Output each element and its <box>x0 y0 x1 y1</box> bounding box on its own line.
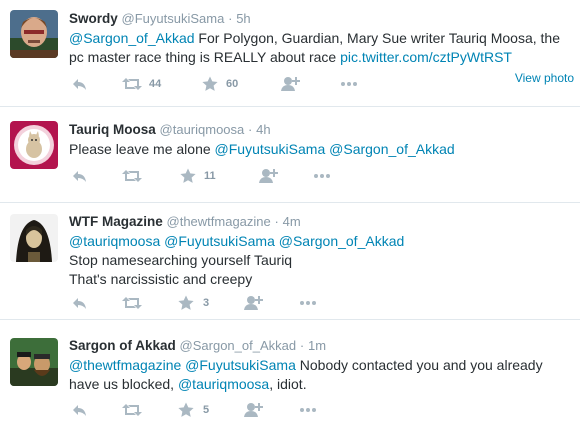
favorite-count: 3 <box>203 297 210 309</box>
tweet-swordy[interactable]: Swordy @FuyutsukiSama · 5h @Sargon_of_Ak… <box>0 0 580 107</box>
tweet-actions: 44 60 <box>69 75 569 95</box>
tweet-line: @tauriqmoosa @FuyutsukiSama @Sargon_of_A… <box>69 232 574 251</box>
timestamp[interactable]: 5h <box>236 11 250 26</box>
tweet-text-segment: Please leave me alone <box>69 141 215 157</box>
more-icon[interactable] <box>298 401 318 421</box>
tweet-header: Sargon of Akkad @Sargon_of_Akkad · 1m <box>69 338 326 354</box>
more-icon[interactable] <box>339 75 359 95</box>
tweet-line: That's narcissistic and creepy <box>69 271 253 287</box>
retweet-icon[interactable] <box>121 75 143 95</box>
username[interactable]: @Sargon_of_Akkad <box>180 338 297 353</box>
separator-dot: · <box>299 338 305 353</box>
tweet-text: Please leave me alone @FuyutsukiSama @Sa… <box>69 140 574 159</box>
avatar[interactable] <box>10 121 58 169</box>
more-icon[interactable] <box>298 294 318 314</box>
favorite-star-icon[interactable] <box>201 75 219 95</box>
tweet-text: @Sargon_of_Akkad For Polygon, Guardian, … <box>69 29 574 67</box>
tweet-tauriq-moosa[interactable]: Tauriq Moosa @tauriqmoosa · 4h Please le… <box>0 107 580 203</box>
favorite-count: 5 <box>203 404 210 416</box>
mention-link[interactable]: @FuyutsukiSama <box>164 233 275 249</box>
tweet-header: Swordy @FuyutsukiSama · 5h <box>69 11 251 27</box>
tweet-actions: 11 <box>69 167 569 187</box>
display-name[interactable]: WTF Magazine <box>69 214 163 229</box>
mention-link[interactable]: @thewtfmagazine <box>69 357 181 373</box>
tweet-header: WTF Magazine @thewtfmagazine · 4m <box>69 214 301 230</box>
separator-dot: · <box>248 122 253 137</box>
retweet-icon[interactable] <box>121 167 143 187</box>
display-name[interactable]: Swordy <box>69 11 118 26</box>
follow-icon[interactable] <box>242 401 264 421</box>
username[interactable]: @FuyutsukiSama <box>122 11 225 26</box>
mention-link[interactable]: @FuyutsukiSama <box>185 357 296 373</box>
tweet-text: @thewtfmagazine @FuyutsukiSama Nobody co… <box>69 356 574 394</box>
favorite-count: 11 <box>204 170 216 182</box>
username[interactable]: @tauriqmoosa <box>160 122 245 137</box>
tweet-sargon-of-akkad[interactable]: Sargon of Akkad @Sargon_of_Akkad · 1m @t… <box>0 320 580 425</box>
timestamp[interactable]: 1m <box>308 338 326 353</box>
avatar[interactable] <box>10 214 58 262</box>
mention-link[interactable]: @Sargon_of_Akkad <box>69 30 195 46</box>
username[interactable]: @thewtfmagazine <box>167 214 271 229</box>
favorite-count: 60 <box>226 78 239 90</box>
favorite-star-icon[interactable] <box>177 401 195 421</box>
favorite-star-icon[interactable] <box>177 294 195 314</box>
retweet-count: 44 <box>149 78 162 90</box>
tweet-line: Stop namesearching yourself Tauriq <box>69 252 293 268</box>
mention-link[interactable]: @FuyutsukiSama <box>215 141 326 157</box>
favorite-star-icon[interactable] <box>179 167 197 187</box>
reply-icon[interactable] <box>71 167 89 187</box>
mention-link[interactable]: @tauriqmoosa <box>178 376 269 392</box>
tweet-text: @tauriqmoosa @FuyutsukiSama @Sargon_of_A… <box>69 232 574 289</box>
follow-icon[interactable] <box>242 294 264 314</box>
tweet-actions: 3 <box>69 294 569 314</box>
display-name[interactable]: Sargon of Akkad <box>69 338 176 353</box>
follow-icon[interactable] <box>279 75 301 95</box>
reply-icon[interactable] <box>71 401 89 421</box>
mention-link[interactable]: @Sargon_of_Akkad <box>329 141 455 157</box>
reply-icon[interactable] <box>71 294 89 314</box>
photo-link[interactable]: pic.twitter.com/cztPyWtRST <box>340 49 512 65</box>
follow-icon[interactable] <box>257 167 279 187</box>
retweet-icon[interactable] <box>121 294 143 314</box>
more-icon[interactable] <box>312 167 332 187</box>
tweet-header: Tauriq Moosa @tauriqmoosa · 4h <box>69 122 271 138</box>
tweet-wtf-magazine[interactable]: WTF Magazine @thewtfmagazine · 4m @tauri… <box>0 203 580 320</box>
reply-icon[interactable] <box>71 75 89 95</box>
mention-link[interactable]: @Sargon_of_Akkad <box>279 233 405 249</box>
timestamp[interactable]: 4m <box>283 214 301 229</box>
retweet-icon[interactable] <box>121 401 143 421</box>
tweet-text-segment: , idiot. <box>269 376 307 392</box>
display-name[interactable]: Tauriq Moosa <box>69 122 156 137</box>
tweet-actions: 5 <box>69 401 569 421</box>
timestamp[interactable]: 4h <box>256 122 270 137</box>
mention-link[interactable]: @tauriqmoosa <box>69 233 160 249</box>
avatar[interactable] <box>10 338 58 386</box>
separator-dot: · <box>228 11 233 26</box>
avatar[interactable] <box>10 10 58 58</box>
separator-dot: · <box>274 214 279 229</box>
